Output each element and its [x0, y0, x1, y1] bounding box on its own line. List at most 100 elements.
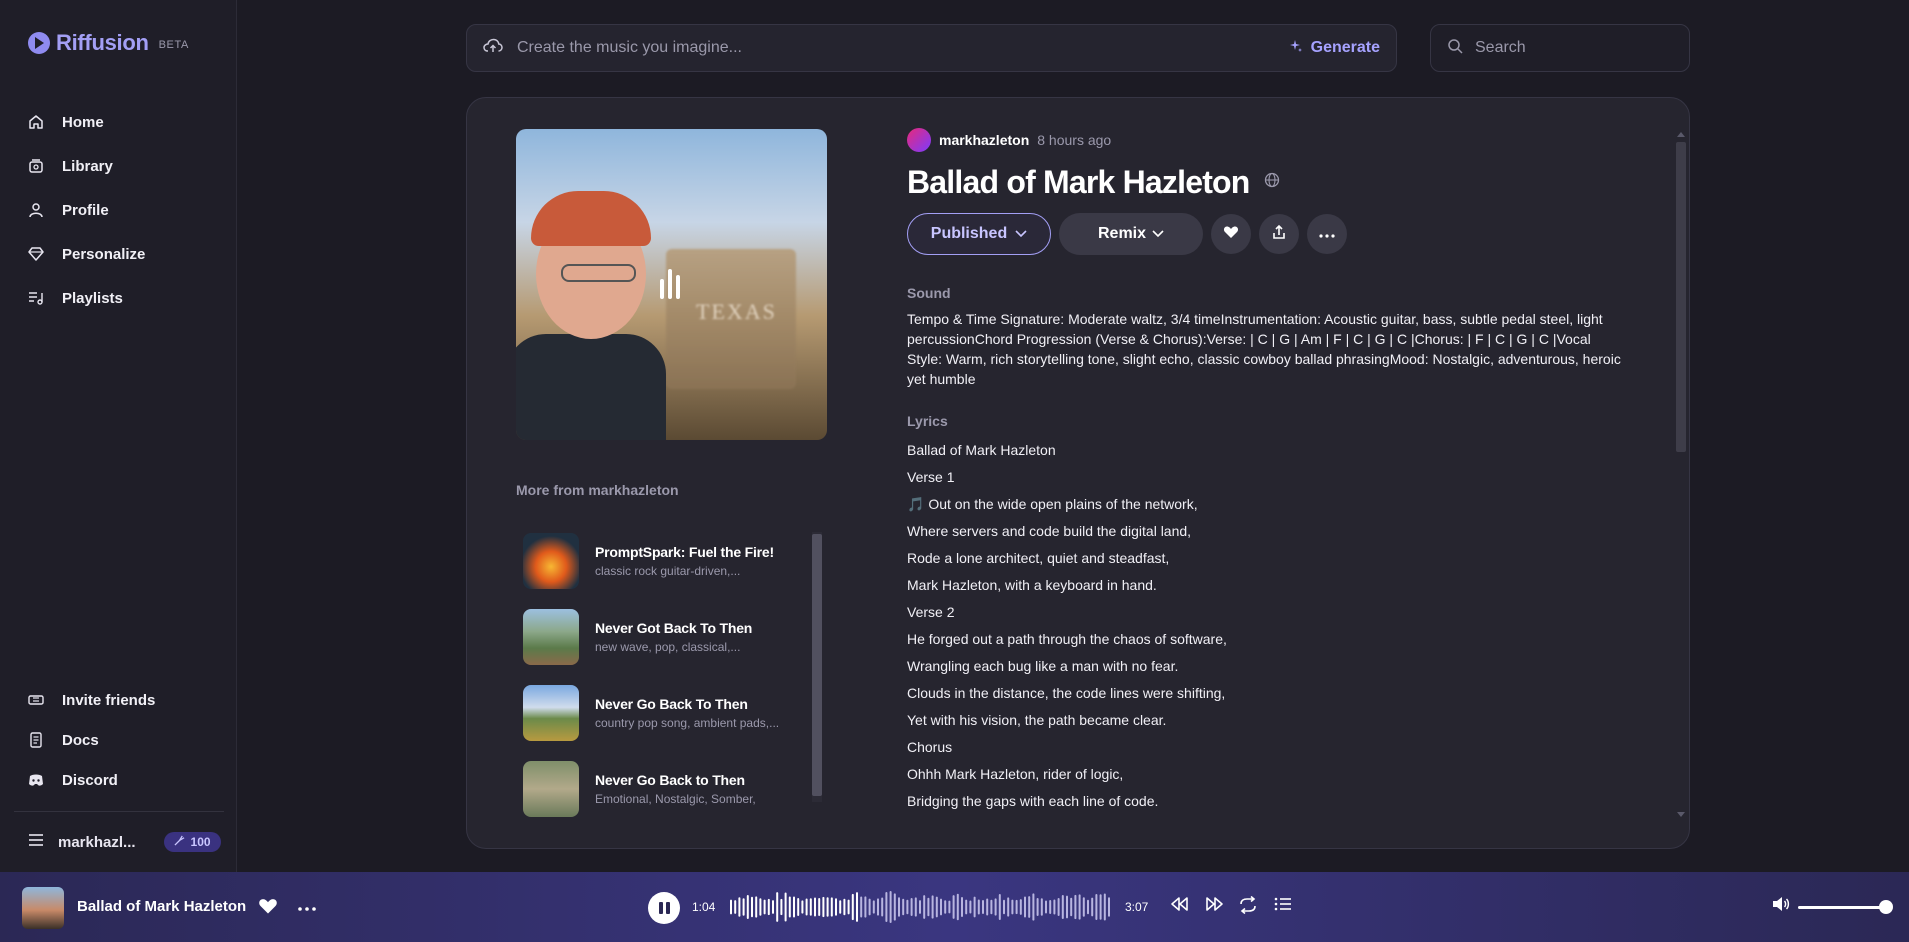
volume-slider-handle[interactable]: [1879, 900, 1893, 914]
waveform-bar: [856, 892, 858, 922]
waveform-bar: [881, 897, 884, 917]
more-from-list: PromptSpark: Fuel the Fire! classic rock…: [523, 523, 803, 827]
waveform-progress[interactable]: [730, 890, 1115, 924]
waveform-bar: [1040, 898, 1043, 916]
waveform-bar: [1045, 900, 1047, 914]
sparkle-icon: [1289, 39, 1303, 58]
list-item[interactable]: Never Go Back to Then Emotional, Nostalg…: [523, 751, 803, 827]
published-dropdown-button[interactable]: Published: [907, 213, 1051, 255]
avatar[interactable]: [907, 128, 931, 152]
author-name[interactable]: markhazleton: [939, 132, 1029, 148]
player-bar: Ballad of Mark Hazleton 1:04 3:07: [0, 872, 1909, 942]
details-scrollbar[interactable]: [1675, 132, 1687, 817]
sidebar-item-personalize[interactable]: Personalize: [28, 232, 145, 276]
song-name: PromptSpark: Fuel the Fire!: [595, 544, 774, 560]
waveform-bar: [1074, 894, 1077, 920]
cloud-upload-icon[interactable]: [483, 38, 503, 59]
heart-icon[interactable]: [258, 897, 278, 920]
lyric-line: Wrangling each bug like a man with no fe…: [907, 658, 1179, 674]
queue-list-icon[interactable]: [1274, 896, 1292, 917]
waveform-bar: [1095, 894, 1098, 920]
waveform-bar: [952, 895, 955, 919]
sidebar-item-label: Profile: [62, 201, 109, 219]
total-time: 3:07: [1125, 900, 1149, 914]
share-button[interactable]: [1259, 214, 1299, 254]
user-menu[interactable]: markhazl... 100: [28, 832, 221, 852]
waveform-bar: [809, 898, 812, 916]
beta-badge: BETA: [158, 39, 189, 51]
lyric-line: Verse 1: [907, 469, 955, 485]
waveform-bar: [1108, 897, 1110, 917]
waveform-bar: [780, 898, 783, 916]
share-icon: [1271, 224, 1287, 245]
generate-button[interactable]: Generate: [1289, 39, 1380, 58]
waveform-bar: [734, 900, 737, 914]
volume-slider-track[interactable]: [1798, 906, 1886, 909]
more-horizontal-icon[interactable]: [298, 894, 316, 917]
lyric-line: Rode a lone architect, quiet and steadfa…: [907, 550, 1170, 566]
waveform-bar: [1066, 895, 1068, 919]
waveform-bar: [843, 898, 846, 916]
home-icon: [28, 114, 44, 130]
more-horizontal-icon: [1319, 225, 1335, 243]
sidebar-item-label: Docs: [62, 731, 99, 749]
more-options-button[interactable]: [1307, 214, 1347, 254]
player-song-title[interactable]: Ballad of Mark Hazleton: [77, 898, 246, 915]
sidebar-item-label: Discord: [62, 771, 118, 789]
like-button[interactable]: [1211, 214, 1251, 254]
volume-icon[interactable]: [1772, 896, 1790, 917]
sound-description: Tempo & Time Signature: Moderate waltz, …: [907, 311, 1621, 387]
waveform-bar: [1087, 899, 1089, 915]
waveform-bar: [956, 893, 959, 921]
app-name: Riffusion: [56, 30, 149, 55]
remix-dropdown-button[interactable]: Remix: [1059, 213, 1203, 255]
texas-sign: TEXAS: [666, 249, 796, 389]
waveform-bar: [759, 898, 762, 916]
waveform-bar: [910, 898, 913, 916]
sidebar-item-docs[interactable]: Docs: [28, 720, 155, 760]
waveform-bar: [1057, 898, 1060, 916]
waveform-bar: [1053, 899, 1056, 915]
hamburger-menu-icon[interactable]: [28, 833, 44, 851]
prompt-input[interactable]: Create the music you imagine...: [517, 39, 1289, 57]
pause-button[interactable]: [648, 892, 680, 924]
song-cover-image[interactable]: TEXAS: [516, 129, 827, 440]
waveform-bar: [944, 900, 947, 914]
waveform-bar: [969, 900, 972, 914]
credits-badge[interactable]: 100: [163, 832, 221, 852]
waveform-bar: [990, 899, 993, 915]
waveform-bar: [889, 891, 892, 923]
riffusion-logo-icon: [28, 32, 50, 54]
waveform-bar: [914, 897, 917, 917]
sidebar-item-home[interactable]: Home: [28, 100, 145, 144]
song-thumbnail: [523, 609, 579, 665]
sign-text: TEXAS: [696, 299, 777, 324]
waveform-bar: [906, 899, 909, 915]
waveform-bar: [1099, 894, 1102, 920]
sidebar-divider: [14, 811, 224, 812]
sidebar-item-library[interactable]: Library: [28, 144, 145, 188]
waveform-bar: [973, 896, 976, 918]
list-item[interactable]: Never Go Back To Then country pop song, …: [523, 675, 803, 751]
fast-forward-icon[interactable]: [1204, 896, 1224, 917]
waveform-bar: [1015, 899, 1018, 915]
sidebar-item-playlists[interactable]: Playlists: [28, 276, 145, 320]
waveform-bar: [1103, 893, 1106, 921]
remix-label: Remix: [1097, 225, 1147, 242]
search-input[interactable]: Search: [1430, 24, 1690, 72]
sidebar-item-label: Personalize: [62, 245, 146, 263]
song-thumbnail: [523, 685, 579, 741]
sidebar-item-invite-friends[interactable]: Invite friends: [28, 680, 155, 720]
list-item[interactable]: Never Got Back To Then new wave, pop, cl…: [523, 599, 803, 675]
player-cover-thumbnail[interactable]: [22, 887, 64, 929]
list-item[interactable]: PromptSpark: Fuel the Fire! classic rock…: [523, 523, 803, 599]
rewind-icon[interactable]: [1170, 896, 1190, 917]
waveform-bar: [902, 898, 905, 916]
prompt-input-bar[interactable]: Create the music you imagine... Generate: [466, 24, 1397, 72]
more-list-scrollbar[interactable]: [812, 532, 822, 802]
waveform-bar: [826, 897, 829, 917]
logo[interactable]: Riffusion BETA: [28, 30, 189, 56]
sidebar-item-discord[interactable]: Discord: [28, 760, 155, 800]
repeat-icon[interactable]: [1238, 895, 1258, 919]
sidebar-item-profile[interactable]: Profile: [28, 188, 145, 232]
